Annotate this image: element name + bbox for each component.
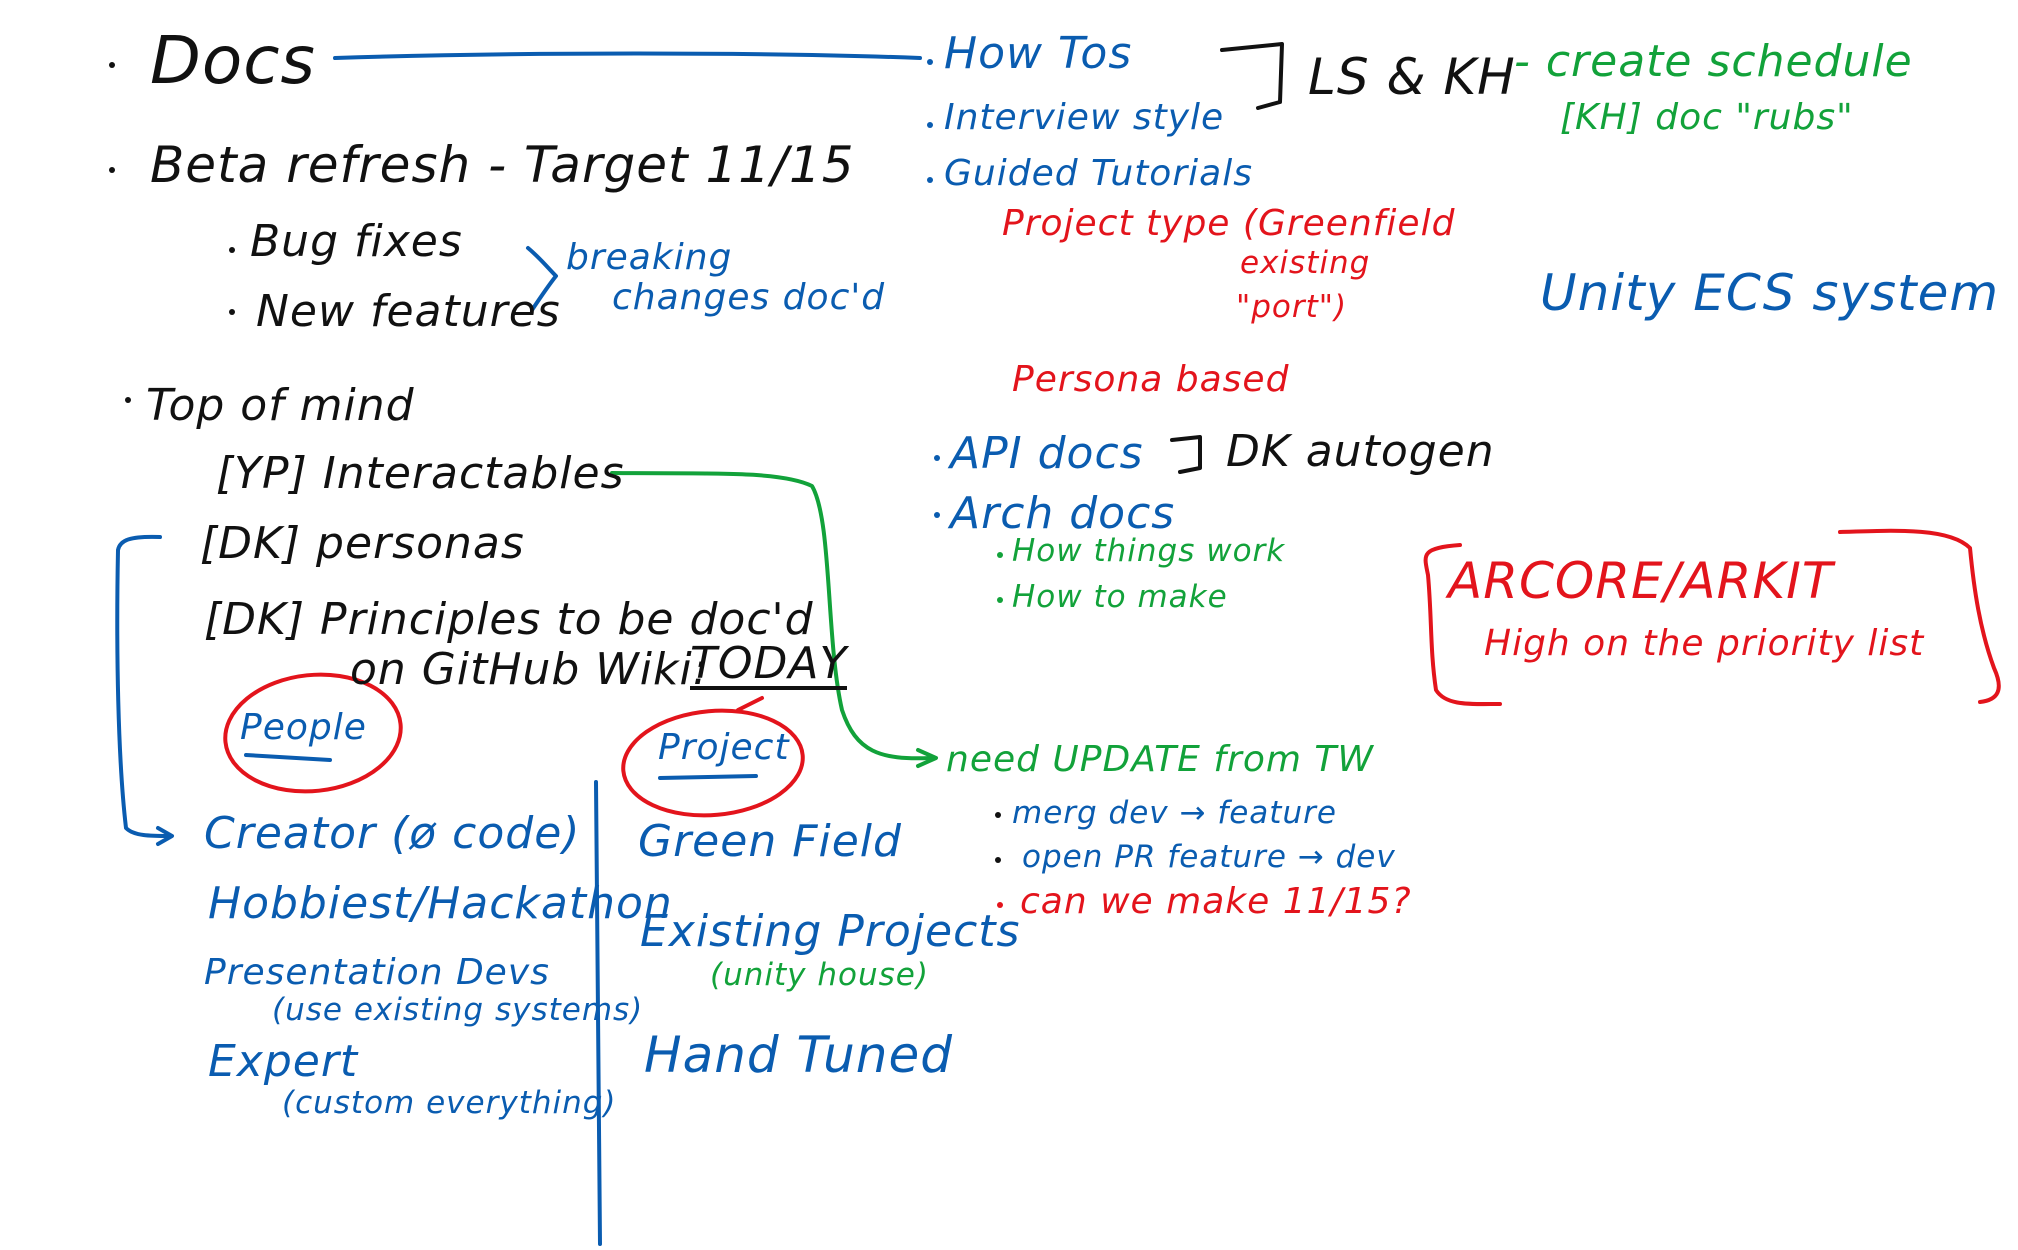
project-hand-tuned: Hand Tuned	[644, 1026, 953, 1084]
project-existing-note: (unity house)	[710, 957, 929, 993]
api-docs-item: API docs	[950, 428, 1144, 479]
top-of-mind-heading: Top of mind	[146, 380, 415, 431]
persona-presentation: Presentation Devs	[204, 952, 550, 993]
persona-based-note: Persona based	[1012, 359, 1290, 400]
project-type-note-line2: existing	[1240, 245, 1371, 281]
persona-expert: Expert	[208, 1036, 359, 1087]
unity-ecs-system-note: Unity ECS system	[1540, 264, 2000, 322]
today-label: TODAY	[690, 638, 848, 690]
docs-connector-line	[333, 51, 922, 60]
arcore-bracket-right	[1838, 528, 2001, 704]
yp-interactables-item: [YP] Interactables	[216, 448, 625, 499]
personas-connector	[115, 534, 172, 838]
bracket-ls-kh	[1220, 42, 1284, 110]
dk-autogen-label: DK autogen	[1226, 426, 1495, 477]
project-label: Project	[658, 727, 790, 768]
merge-dev-feature-item: merg dev → feature	[1012, 795, 1337, 831]
project-green-field: Green Field	[638, 816, 902, 867]
bullets-green	[997, 552, 1003, 603]
how-to-make-item: How to make	[1012, 579, 1228, 615]
project-existing: Existing Projects	[640, 906, 1021, 957]
persona-hobbiest: Hobbiest/Hackathon	[208, 878, 673, 929]
bullets	[109, 62, 235, 403]
whiteboard: Docs Beta refresh - Target 11/15 Bug fix…	[0, 0, 2018, 1250]
guided-tutorials-item: Guided Tutorials	[944, 153, 1253, 194]
open-pr-item: open PR feature → dev	[1022, 839, 1396, 875]
project-type-note-line1: Project type (Greenfield	[1002, 203, 1456, 244]
need-update-note: need UPDATE from TW	[946, 739, 1374, 780]
people-underline	[244, 753, 332, 762]
can-we-make-item: can we make 11/15?	[1020, 881, 1412, 922]
persona-expert-note: (custom everything)	[282, 1085, 617, 1121]
dk-principles-item-line1: [DK] Principles to be doc'd	[204, 594, 814, 645]
beta-refresh-heading: Beta refresh - Target 11/15	[150, 136, 855, 194]
new-features-item: New features	[256, 286, 561, 337]
dk-personas-item: [DK] personas	[200, 518, 525, 569]
ls-kh-label: LS & KH	[1308, 48, 1516, 106]
dk-principles-item-line2: on GitHub Wiki:	[350, 644, 709, 695]
arcore-arkit-heading: ARCORE/ARKIT	[1448, 552, 1834, 610]
project-underline	[658, 774, 758, 780]
arch-docs-item: Arch docs	[950, 488, 1176, 539]
breaking-changes-note-line2: changes doc'd	[612, 277, 886, 318]
docs-heading: Docs	[150, 22, 316, 99]
bullets-black-small	[995, 812, 1001, 863]
how-things-work-item: How things work	[1012, 533, 1286, 569]
how-tos-item: How Tos	[944, 28, 1133, 79]
bullets-blue	[927, 59, 940, 518]
kh-doc-rubs-note: [KH] doc "rubs"	[1560, 97, 1854, 138]
persona-creator: Creator (ø code)	[204, 808, 581, 859]
interview-style-item: Interview style	[944, 97, 1225, 138]
project-type-note-line3: "port")	[1236, 289, 1348, 325]
bracket-dk-autogen	[1170, 435, 1202, 474]
bug-fixes-item: Bug fixes	[250, 216, 463, 267]
breaking-changes-note-line1: breaking	[566, 237, 733, 278]
people-label: People	[240, 707, 367, 748]
create-schedule-note: - create schedule	[1514, 36, 1913, 87]
persona-presentation-note: (use existing systems)	[272, 992, 644, 1028]
project-circle-tail	[736, 696, 764, 712]
priority-note: High on the priority list	[1484, 623, 1925, 664]
